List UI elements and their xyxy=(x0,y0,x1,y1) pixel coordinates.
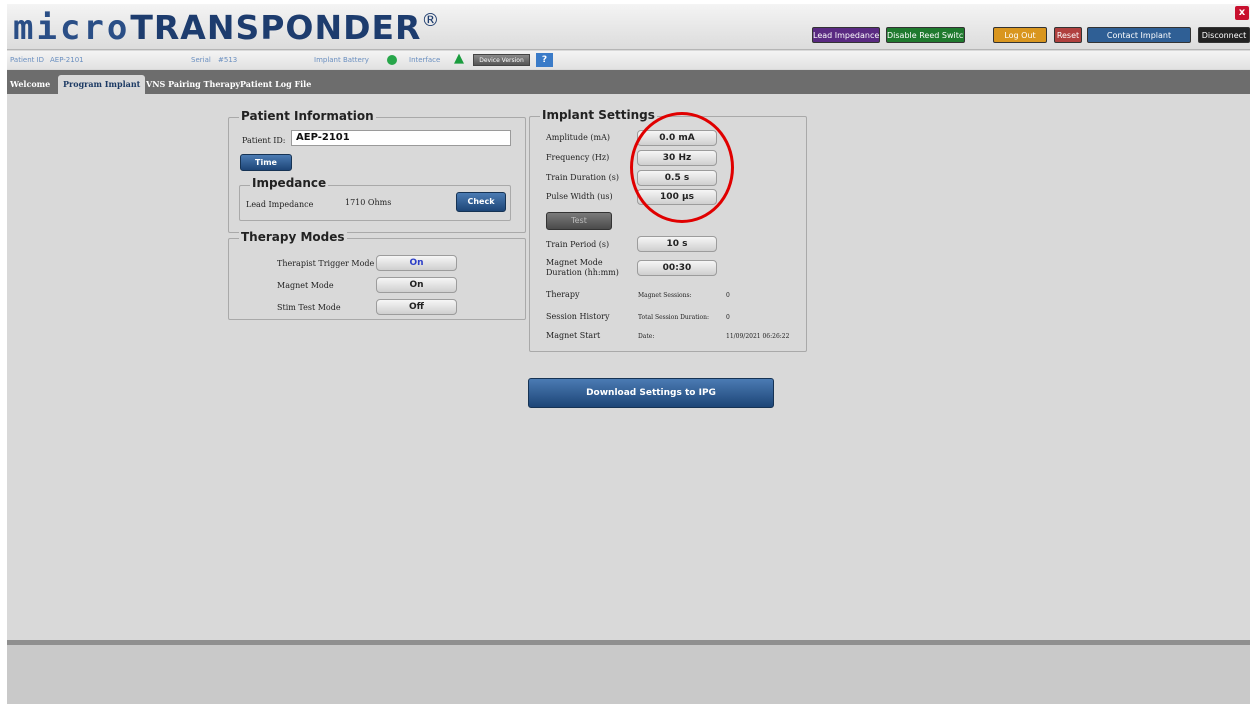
reset-button[interactable]: Reset xyxy=(1054,27,1082,43)
time-button[interactable]: Time xyxy=(240,154,292,171)
title-bar: microTRANSPONDER® x Lead Impedance Disab… xyxy=(7,4,1250,50)
tab-vns-pairing-therapy[interactable]: VNS Pairing Therapy xyxy=(146,75,240,94)
therapy-modes-legend: Therapy Modes xyxy=(239,230,347,244)
microtransponder-logo: microTRANSPONDER® xyxy=(13,8,439,48)
patient-id-field-label: Patient ID: xyxy=(242,136,286,145)
help-icon[interactable]: ? xyxy=(536,53,553,67)
magnet-mode-duration-label: Magnet Mode xyxy=(546,258,603,267)
app-window: microTRANSPONDER® x Lead Impedance Disab… xyxy=(7,4,1250,704)
logo-transponder: TRANSPONDER xyxy=(130,8,422,47)
disconnect-button[interactable]: Disconnect xyxy=(1198,27,1250,43)
stim-test-mode-toggle[interactable]: Off xyxy=(376,299,457,315)
close-icon[interactable]: x xyxy=(1235,6,1249,20)
interface-label: Interface xyxy=(409,56,441,64)
tab-program-implant[interactable]: Program Implant xyxy=(58,75,146,94)
patient-id-label: Patient ID xyxy=(10,56,45,64)
amplitude-label: Amplitude (mA) xyxy=(546,133,610,142)
tab-bar: Welcome Program Implant VNS Pairing Ther… xyxy=(7,70,1250,94)
info-bar: Patient ID AEP-2101 Serial #513 Implant … xyxy=(7,51,1250,69)
total-session-duration-value: 0 xyxy=(726,314,730,321)
tab-welcome[interactable]: Welcome xyxy=(10,75,50,94)
train-period-value[interactable]: 10 s xyxy=(637,236,717,252)
stim-test-mode-label: Stim Test Mode xyxy=(277,303,341,312)
device-version-button[interactable]: Device Version xyxy=(473,54,530,66)
therapist-trigger-mode-toggle[interactable]: On xyxy=(376,255,457,271)
lead-impedance-label: Lead Impedance xyxy=(246,200,314,209)
battery-status-icon xyxy=(387,55,397,65)
lead-impedance-value: 1710 Ohms xyxy=(345,198,392,207)
patient-id-input[interactable]: AEP-2101 xyxy=(291,130,511,146)
session-history-label: Session History xyxy=(546,312,610,321)
magnet-start-label: Magnet Start xyxy=(546,331,601,340)
magnet-sessions-label: Magnet Sessions: xyxy=(638,292,692,299)
disable-reed-switch-button[interactable]: Disable Reed Switch xyxy=(886,27,965,43)
frequency-label: Frequency (Hz) xyxy=(546,153,610,162)
download-settings-button[interactable]: Download Settings to IPG xyxy=(528,378,774,408)
check-impedance-button[interactable]: Check xyxy=(456,192,506,212)
magnet-mode-label: Magnet Mode xyxy=(277,281,334,290)
implant-settings-legend: Implant Settings xyxy=(540,108,657,122)
therapy-modes-group: Therapy Modes Therapist Trigger Mode On … xyxy=(228,230,526,320)
impedance-group: Impedance Lead Impedance 1710 Ohms Check xyxy=(239,176,511,221)
date-value: 11/09/2021 06:26:22 xyxy=(726,333,790,340)
logo-micro: micro xyxy=(13,8,131,48)
patient-information-legend: Patient Information xyxy=(239,109,376,123)
logo-registered-mark: ® xyxy=(421,10,440,31)
lead-impedance-button[interactable]: Lead Impedance xyxy=(812,27,880,43)
train-period-label: Train Period (s) xyxy=(546,240,610,249)
magnet-mode-duration-value[interactable]: 00:30 xyxy=(637,260,717,276)
therapy-label: Therapy xyxy=(546,290,580,299)
test-button[interactable]: Test xyxy=(546,212,612,230)
pulse-width-label: Pulse Width (us) xyxy=(546,192,613,201)
date-label: Date: xyxy=(638,333,655,340)
antenna-icon: ▲ xyxy=(454,51,464,66)
total-session-duration-label: Total Session Duration: xyxy=(638,314,710,321)
serial-value: #513 xyxy=(218,56,238,64)
bottom-panel xyxy=(7,640,1250,704)
tab-patient-log-file[interactable]: Patient Log File xyxy=(240,75,311,94)
log-out-button[interactable]: Log Out xyxy=(993,27,1047,43)
magnet-sessions-value: 0 xyxy=(726,292,730,299)
patient-id-value: AEP-2101 xyxy=(50,56,84,64)
magnet-mode-duration-unit-label: Duration (hh:mm) xyxy=(546,268,619,277)
therapist-trigger-mode-label: Therapist Trigger Mode xyxy=(277,259,375,268)
impedance-legend: Impedance xyxy=(250,176,329,190)
contact-implant-button[interactable]: Contact Implant xyxy=(1087,27,1191,43)
implant-battery-label: Implant Battery xyxy=(314,56,369,64)
patient-information-group: Patient Information Patient ID: AEP-2101… xyxy=(228,109,526,233)
serial-label: Serial xyxy=(191,56,211,64)
magnet-mode-toggle[interactable]: On xyxy=(376,277,457,293)
train-duration-label: Train Duration (s) xyxy=(546,173,619,182)
annotation-circle xyxy=(630,112,734,223)
